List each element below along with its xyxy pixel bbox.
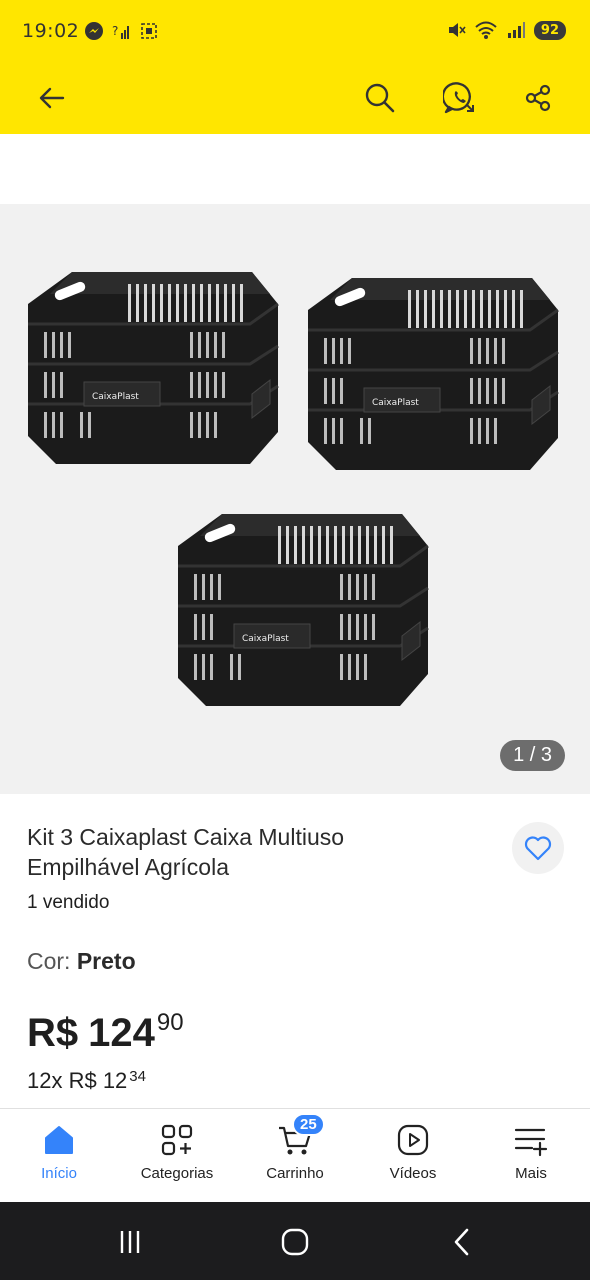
nav-item-carrinho[interactable]: 25 Carrinho [236, 1109, 354, 1202]
nav-label: Início [41, 1165, 77, 1182]
price: R$ 124 90 [27, 1008, 184, 1058]
share-icon [525, 84, 551, 112]
nav-label: Vídeos [389, 1165, 437, 1182]
nav-label: Carrinho [266, 1165, 324, 1182]
sold-count: 1 vendido [27, 892, 110, 913]
status-time: 19:02 [22, 20, 80, 42]
nav-item-mais[interactable]: Mais [472, 1109, 590, 1202]
back-chevron-icon [454, 1228, 469, 1256]
recent-apps-icon [120, 1231, 140, 1253]
svg-text:?: ? [112, 24, 118, 38]
messenger-icon [85, 22, 103, 40]
home-system-button[interactable] [275, 1224, 315, 1260]
back-button[interactable] [28, 74, 76, 122]
heart-icon [524, 836, 552, 861]
installments-text: 12x R$ 12 [27, 1068, 128, 1093]
product-title: Kit 3 Caixaplast Caixa Multiuso Empilháv… [27, 824, 345, 880]
signal-question-icon: ? [112, 24, 129, 39]
screen-icon [141, 23, 157, 39]
whatsapp-button[interactable] [436, 74, 484, 122]
product-image-crate-2: CaixaPlast [306, 276, 560, 472]
installments: 12x R$ 12 34 [27, 1068, 146, 1094]
installments-cents: 34 [129, 1068, 146, 1085]
whatsapp-icon [443, 82, 474, 114]
crate-brand-label: CaixaPlast [372, 398, 419, 408]
top-app-bar [0, 62, 590, 134]
more-list-icon [514, 1128, 548, 1157]
wifi-icon [475, 21, 497, 39]
back-system-button[interactable] [442, 1224, 482, 1260]
nav-label: Categorias [140, 1165, 214, 1182]
product-details: Kit 3 Caixaplast Caixa Multiuso Empilháv… [0, 794, 590, 1110]
price-cents: 90 [156, 1009, 184, 1036]
back-arrow-icon [39, 87, 65, 109]
share-button[interactable] [514, 74, 562, 122]
nav-item-categorias[interactable]: Categorias [118, 1109, 236, 1202]
crate-brand-label: CaixaPlast [92, 392, 139, 402]
nav-item-inicio[interactable]: Início [0, 1109, 118, 1202]
product-image-gallery[interactable]: CaixaPlast CaixaPlast CaixaPlast 1 / 3 [0, 204, 590, 794]
battery-indicator: 92 [533, 20, 566, 40]
price-integer: 124 [88, 1011, 155, 1055]
status-left-icons: ? [84, 21, 158, 41]
nav-item-videos[interactable]: Vídeos [354, 1109, 472, 1202]
product-image-crate-3: CaixaPlast [176, 512, 430, 708]
cart-count-badge: 25 [292, 1113, 325, 1136]
image-counter: 1 / 3 [500, 740, 565, 771]
mute-icon [448, 23, 466, 37]
search-button[interactable] [356, 74, 404, 122]
recent-apps-button[interactable] [110, 1224, 150, 1260]
system-navigation-bar [0, 1202, 590, 1280]
product-image-crate-1: CaixaPlast [26, 270, 280, 466]
video-play-icon [397, 1124, 429, 1156]
home-icon [45, 1126, 73, 1154]
favorite-button[interactable] [512, 822, 564, 874]
spacer-strip [0, 134, 590, 204]
color-selector[interactable]: Cor: Preto [27, 948, 136, 975]
status-bar: 19:02 ? 92 [0, 0, 590, 62]
home-circle-icon [281, 1228, 309, 1256]
crate-brand-label: CaixaPlast [242, 634, 289, 644]
signal-icon [507, 22, 525, 38]
search-icon [365, 83, 395, 113]
categories-icon [161, 1124, 193, 1156]
color-label: Cor: [27, 948, 71, 974]
color-value: Preto [76, 948, 136, 974]
price-currency: R$ [27, 1011, 79, 1055]
bottom-navigation: Início Categorias 25 Carrinho Vídeos Mai… [0, 1108, 590, 1202]
status-right-icons: 92 [446, 20, 566, 40]
nav-label: Mais [515, 1165, 547, 1182]
